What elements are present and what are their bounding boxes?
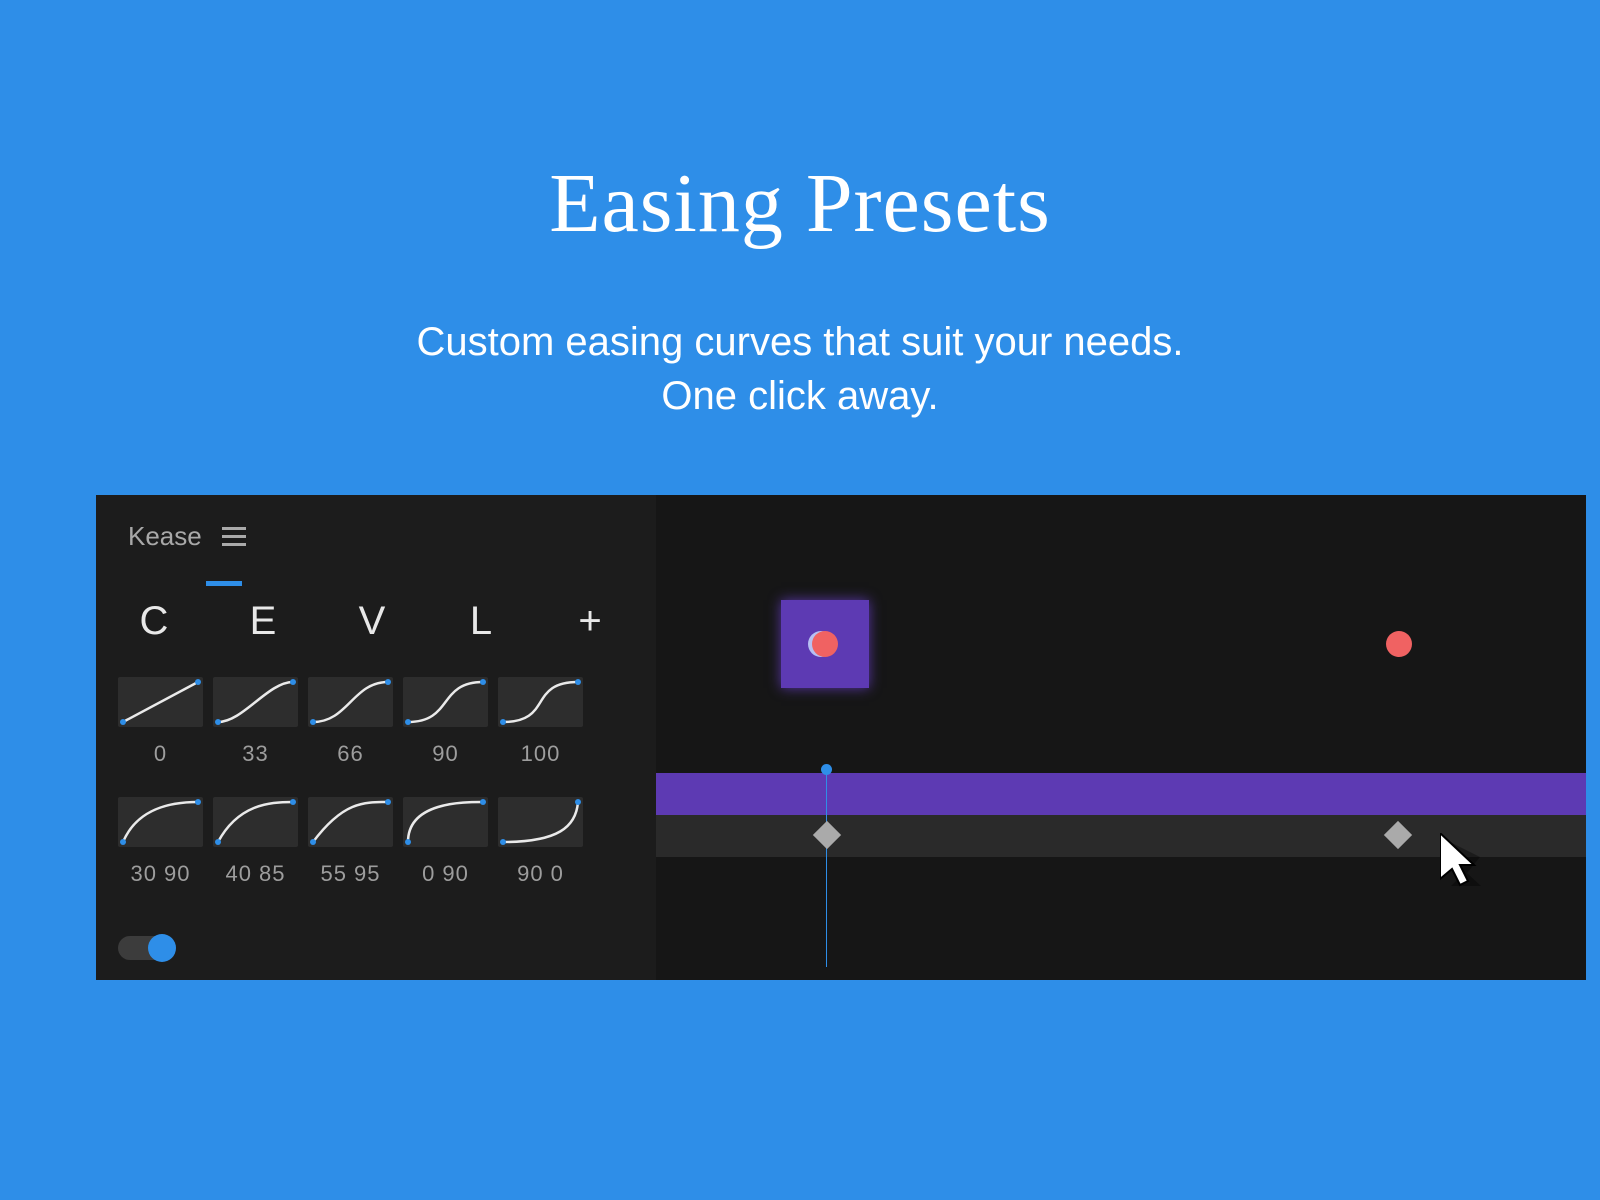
preset-label: 40 85 <box>213 861 298 887</box>
preset-cell[interactable]: 66 <box>308 677 393 767</box>
ball-start <box>812 631 838 657</box>
tab-l[interactable]: L <box>445 599 525 644</box>
app-panel: Kease C E V L + 0 33 66 90 100 30 90 40 85 55 … <box>96 495 1586 980</box>
preset-label: 33 <box>213 741 298 767</box>
preset-label: 0 90 <box>403 861 488 887</box>
curve-thumb <box>308 797 393 847</box>
preset-label: 55 95 <box>308 861 393 887</box>
toggle-knob <box>148 934 176 962</box>
preset-label: 90 0 <box>498 861 583 887</box>
playhead[interactable] <box>826 767 827 967</box>
menu-icon[interactable] <box>222 527 246 546</box>
preset-label: 66 <box>308 741 393 767</box>
curve-thumb <box>118 677 203 727</box>
timeline-layer-bar[interactable] <box>656 773 1586 815</box>
tab-bar: C E V L + <box>118 599 634 644</box>
subtitle-line-2: One click away. <box>661 374 938 418</box>
panel-header: Kease <box>128 521 246 552</box>
preset-cell[interactable]: 0 90 <box>403 797 488 887</box>
preset-row-2: 30 90 40 85 55 95 0 90 90 0 <box>118 797 583 887</box>
tab-c[interactable]: C <box>118 599 198 644</box>
preset-cell[interactable]: 40 85 <box>213 797 298 887</box>
preset-cell[interactable]: 33 <box>213 677 298 767</box>
curve-thumb <box>403 677 488 727</box>
stage <box>656 495 1586 980</box>
curve-thumb <box>403 797 488 847</box>
preset-label: 100 <box>498 741 583 767</box>
preset-cell[interactable]: 0 <box>118 677 203 767</box>
cursor-icon <box>1440 833 1500 903</box>
preset-cell[interactable]: 55 95 <box>308 797 393 887</box>
subtitle-line-1: Custom easing curves that suit your need… <box>416 320 1183 364</box>
preset-cell[interactable]: 90 <box>403 677 488 767</box>
preset-cell[interactable]: 100 <box>498 677 583 767</box>
curve-thumb <box>498 677 583 727</box>
sidebar: Kease C E V L + 0 33 66 90 100 30 90 40 85 55 … <box>96 495 656 980</box>
preset-label: 30 90 <box>118 861 203 887</box>
tab-v[interactable]: V <box>336 599 416 644</box>
page-subtitle: Custom easing curves that suit your need… <box>0 315 1600 423</box>
toggle-switch[interactable] <box>118 936 174 960</box>
preset-label: 90 <box>403 741 488 767</box>
tab-e[interactable]: E <box>227 599 307 644</box>
page-title: Easing Presets <box>0 155 1600 252</box>
curve-thumb <box>308 677 393 727</box>
curve-thumb <box>498 797 583 847</box>
preset-label: 0 <box>118 741 203 767</box>
active-tab-indicator <box>206 581 242 586</box>
brand-label: Kease <box>128 521 202 552</box>
curve-thumb <box>118 797 203 847</box>
curve-thumb <box>213 797 298 847</box>
curve-thumb <box>213 677 298 727</box>
tab-plus[interactable]: + <box>554 599 634 644</box>
preset-cell[interactable]: 90 0 <box>498 797 583 887</box>
ball-end <box>1386 631 1412 657</box>
preset-row-1: 0 33 66 90 100 <box>118 677 583 767</box>
preset-cell[interactable]: 30 90 <box>118 797 203 887</box>
